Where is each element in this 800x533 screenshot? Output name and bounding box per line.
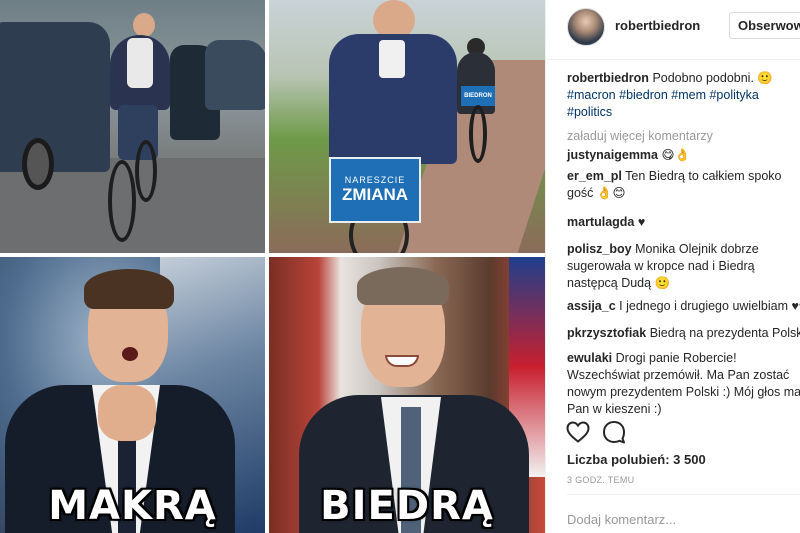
basket-sign: BIEDRON xyxy=(461,86,495,106)
raised-fist xyxy=(98,385,156,441)
comments-list: robertbiedron Podobno podobni. 🙂 #macron… xyxy=(567,70,800,428)
comment: polisz_boy Monika Olejnik dobrze sugerow… xyxy=(567,241,800,292)
comment-text: ♥ xyxy=(637,215,646,229)
follow-button[interactable]: Obserwowanie xyxy=(729,12,800,39)
label-makra: MAKRĄ xyxy=(48,483,217,529)
photo-biedron-smile: BIEDRĄ xyxy=(269,257,545,533)
divider xyxy=(567,494,800,495)
post-caption: robertbiedron Podobno podobni. 🙂 #macron… xyxy=(567,70,800,121)
comment-username[interactable]: martulagda xyxy=(567,215,634,229)
comment: assija_c I jednego i drugiego uwielbiam … xyxy=(567,298,800,315)
add-comment-input[interactable] xyxy=(567,510,797,528)
caption-username[interactable]: robertbiedron xyxy=(567,71,649,85)
comment: er_em_pl Ten Biedrą to całkiem spoko goś… xyxy=(567,168,800,202)
car xyxy=(0,22,110,172)
label-biedra: BIEDRĄ xyxy=(320,483,494,529)
caption-text: Podobno podobni. 🙂 xyxy=(652,71,773,85)
comment-username[interactable]: er_em_pl xyxy=(567,169,622,183)
header-username[interactable]: robertbiedron xyxy=(615,18,700,33)
comment-icon[interactable] xyxy=(602,420,626,444)
comment: pkrzysztofiak Biedrą na prezydenta Polsk… xyxy=(567,325,800,342)
comment: martulagda ♥ xyxy=(567,214,800,231)
comment: justynaigemma 😋👌 xyxy=(567,147,800,164)
post-sidebar: robertbiedron Obserwowanie robertbiedron… xyxy=(545,0,800,533)
comment-username[interactable]: assija_c xyxy=(567,299,616,313)
avatar[interactable] xyxy=(567,8,605,46)
hashtag-link[interactable]: #politics xyxy=(567,105,612,119)
likes-count[interactable]: Liczba polubień: 3 500 xyxy=(567,452,706,467)
post-header: robertbiedron Obserwowanie xyxy=(546,0,800,60)
hashtag-link[interactable]: #polityka xyxy=(709,88,758,102)
post-image[interactable]: NARESZCIE ZMIANA BIEDRON MAKRĄ BIEDRĄ xyxy=(0,0,545,533)
person-head xyxy=(133,13,155,37)
comment-username[interactable]: ewulaki xyxy=(567,351,612,365)
campaign-sign: NARESZCIE ZMIANA xyxy=(329,157,421,223)
comment-username[interactable]: polisz_boy xyxy=(567,242,632,256)
sign-line2: ZMIANA xyxy=(341,185,409,204)
hashtag-link[interactable]: #biedron xyxy=(619,88,668,102)
load-more-comments[interactable]: załaduj więcej komentarzy xyxy=(567,128,800,145)
photo-macron-bike xyxy=(0,0,265,253)
photo-biedron-bike: NARESZCIE ZMIANA BIEDRON xyxy=(269,0,545,253)
sign-line1: NARESZCIE xyxy=(344,175,406,185)
bike-wheel xyxy=(108,160,136,242)
comment-text: I jednego i drugiego uwielbiam ♥♥ xyxy=(619,299,800,313)
heart-icon[interactable] xyxy=(566,420,590,444)
comment: ewulaki Drogi panie Robercie! Wszechświa… xyxy=(567,350,800,418)
post-timestamp[interactable]: 3 GODZ. TEMU xyxy=(567,475,634,485)
comment-username[interactable]: justynaigemma xyxy=(567,148,658,162)
hashtag-link[interactable]: #macron xyxy=(567,88,616,102)
hashtag-link[interactable]: #mem xyxy=(671,88,706,102)
comment-text: Biedrą na prezydenta Polski xyxy=(649,326,800,340)
comment-username[interactable]: pkrzysztofiak xyxy=(567,326,646,340)
comment-text: 😋👌 xyxy=(661,148,691,162)
photo-macron-speech: MAKRĄ xyxy=(0,257,265,533)
